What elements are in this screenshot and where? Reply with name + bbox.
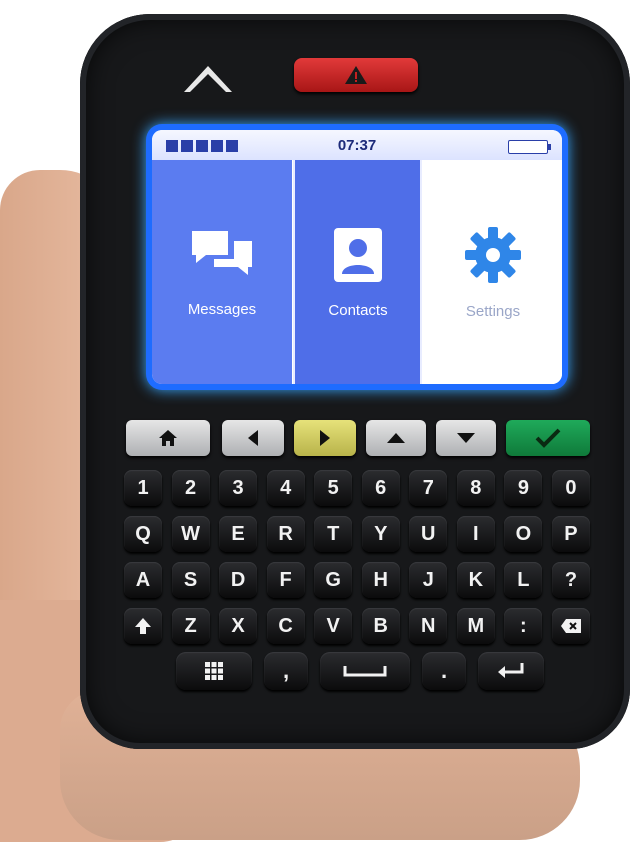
key[interactable]: S [171, 562, 210, 598]
period-key[interactable]: . [422, 652, 466, 690]
key[interactable]: C [266, 608, 305, 644]
menu-grid-key[interactable] [176, 652, 252, 690]
tile-label: Contacts [328, 301, 388, 319]
key[interactable]: K [456, 562, 495, 598]
key[interactable]: D [219, 562, 258, 598]
key[interactable]: H [361, 562, 400, 598]
key[interactable]: V [314, 608, 353, 644]
shift-key[interactable] [124, 608, 162, 644]
home-icon [159, 430, 177, 446]
key[interactable]: I [456, 516, 495, 552]
warning-triangle-icon [345, 66, 367, 84]
checkmark-icon [535, 428, 561, 448]
gear-icon [465, 226, 521, 283]
key[interactable]: R [266, 516, 305, 552]
key[interactable]: B [361, 608, 400, 644]
grid-icon [205, 662, 223, 680]
space-bar-icon [343, 666, 387, 677]
tile-messages[interactable]: Messages [152, 160, 292, 384]
key[interactable]: 6 [361, 470, 400, 506]
key[interactable]: 8 [456, 470, 495, 506]
keyboard-row-numbers: 1 2 3 4 5 6 7 8 9 0 [124, 470, 590, 508]
tile-label: Settings [465, 302, 521, 320]
key[interactable]: Y [361, 516, 400, 552]
arrow-left-icon [248, 430, 258, 446]
tile-settings[interactable]: Settings [420, 160, 562, 384]
key[interactable]: 0 [551, 470, 590, 506]
space-key[interactable] [320, 652, 410, 690]
key[interactable]: L [504, 562, 543, 598]
alert-button[interactable] [294, 58, 418, 92]
arrow-right-icon [320, 430, 330, 446]
key[interactable]: N [409, 608, 448, 644]
contact-card-icon [334, 227, 382, 282]
key[interactable]: U [409, 516, 448, 552]
key[interactable]: P [551, 516, 590, 552]
left-key[interactable] [222, 420, 284, 456]
key[interactable]: 9 [504, 470, 543, 506]
key[interactable]: ? [551, 562, 590, 598]
key[interactable]: 7 [409, 470, 448, 506]
down-key[interactable] [436, 420, 496, 456]
key[interactable]: 3 [219, 470, 258, 506]
key[interactable]: E [219, 516, 258, 552]
key[interactable]: O [504, 516, 543, 552]
key[interactable]: W [171, 516, 210, 552]
right-key[interactable] [294, 420, 356, 456]
clock: 07:37 [337, 137, 377, 154]
chat-bubbles-icon [192, 230, 252, 275]
keyboard-row-zxcv: Z X C V B N M : [124, 608, 590, 646]
keyboard-row-asdf: A S D F G H J K L ? [124, 562, 590, 600]
key[interactable]: 4 [266, 470, 305, 506]
navigation-keys [126, 420, 590, 456]
screen: 07:37 Messages Contacts Settings [152, 130, 562, 384]
key[interactable]: X [219, 608, 258, 644]
key[interactable]: G [314, 562, 353, 598]
brand-chevron-icon [184, 66, 232, 92]
battery-icon [508, 140, 551, 154]
key[interactable]: 5 [314, 470, 353, 506]
key[interactable]: Q [124, 516, 162, 552]
confirm-key[interactable] [506, 420, 590, 456]
status-bar: 07:37 [152, 130, 562, 160]
key[interactable]: A [124, 562, 162, 598]
shift-arrow-icon [135, 618, 151, 634]
comma-key[interactable]: , [264, 652, 308, 690]
backspace-icon [560, 619, 581, 633]
arrow-down-icon [457, 433, 475, 443]
key[interactable]: 2 [171, 470, 210, 506]
key[interactable]: 1 [124, 470, 162, 506]
key[interactable]: M [456, 608, 495, 644]
home-key[interactable] [126, 420, 210, 456]
key[interactable]: T [314, 516, 353, 552]
keyboard-row-bottom: , . [176, 652, 546, 692]
tile-contacts[interactable]: Contacts [293, 160, 421, 384]
key[interactable]: J [409, 562, 448, 598]
key[interactable]: F [266, 562, 305, 598]
enter-key[interactable] [478, 652, 544, 690]
enter-icon [498, 663, 524, 678]
key[interactable]: : [504, 608, 543, 644]
tile-label: Messages [187, 300, 257, 318]
arrow-up-icon [387, 433, 405, 443]
up-key[interactable] [366, 420, 426, 456]
backspace-key[interactable] [551, 608, 590, 644]
key[interactable]: Z [171, 608, 210, 644]
keyboard-row-qwerty: Q W E R T Y U I O P [124, 516, 590, 554]
